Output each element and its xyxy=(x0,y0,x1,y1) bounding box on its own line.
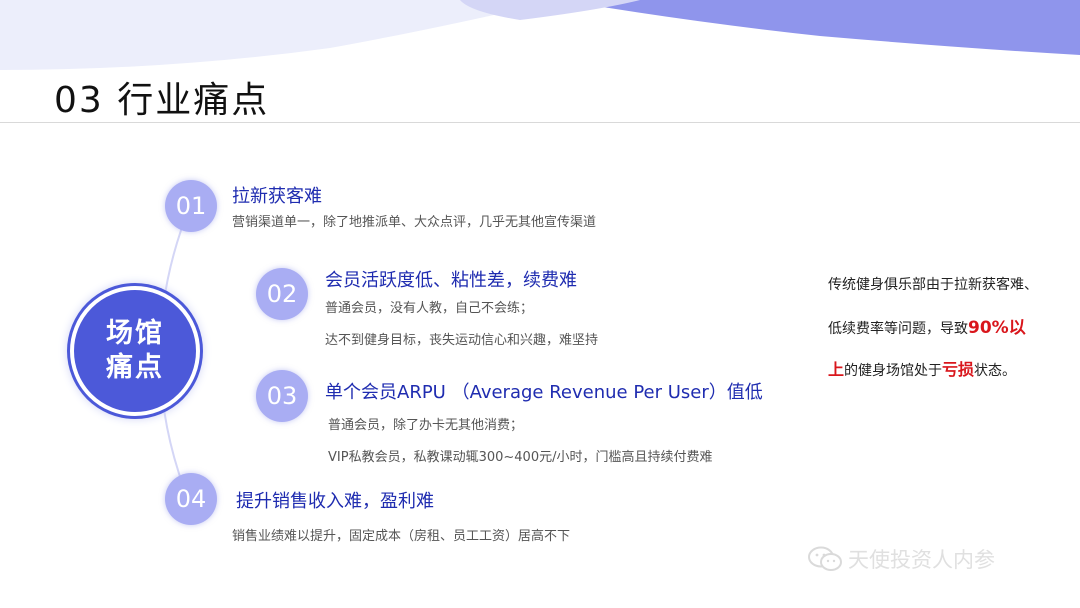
number-badge-03: 03 xyxy=(256,370,308,422)
item-desc-04-line1: 销售业绩难以提升，固定成本（房租、员工工资）居高不下 xyxy=(232,529,571,544)
page-title: 03 行业痛点 xyxy=(54,80,270,121)
item-desc-02-line1: 普通会员，没有人教，自己不会练； xyxy=(325,301,534,316)
number-badge-02: 02 xyxy=(256,268,308,320)
title-divider xyxy=(0,122,1080,123)
highlight-loss: 亏损 xyxy=(942,360,975,379)
number-badge-04: 04 xyxy=(165,473,217,525)
watermark-text: 天使投资人内参 xyxy=(848,548,995,572)
hub-label-line2: 痛点 xyxy=(106,352,164,383)
item-desc-01-line1: 营销渠道单一，除了地推派单、大众点评，几乎无其他宣传渠道 xyxy=(232,215,597,230)
side-note-line2: 低续费率等问题，导致90%以 xyxy=(828,313,1026,338)
item-heading-02: 会员活跃度低、粘性差，续费难 xyxy=(325,270,577,291)
side-note-line3: 上的健身场馆处于亏损状态。 xyxy=(828,356,1016,380)
side-note-line3-end: 状态。 xyxy=(974,363,1017,379)
hub-label-line1: 场馆 xyxy=(106,318,164,349)
item-heading-01: 拉新获客难 xyxy=(232,186,322,207)
item-heading-03: 单个会员ARPU （Average Revenue Per User）值低 xyxy=(325,382,763,403)
header-wave-decoration xyxy=(0,0,1080,70)
item-desc-03-line2: VIP私教会员，私教课动辄300~400元/小时，门槛高且持续付费难 xyxy=(328,450,713,465)
number-badge-01: 01 xyxy=(165,180,217,232)
item-desc-02-line2: 达不到健身目标，丧失运动信心和兴趣，难坚持 xyxy=(325,333,599,348)
watermark: 天使投资人内参 xyxy=(808,544,995,574)
hub-circle: 场馆 痛点 xyxy=(70,286,200,416)
wechat-icon xyxy=(808,546,842,571)
highlight-percentage: 90%以 xyxy=(968,318,1026,338)
side-note-line2-text: 低续费率等问题，导致 xyxy=(828,321,968,337)
highlight-above: 上 xyxy=(828,360,845,379)
item-heading-04: 提升销售收入难，盈利难 xyxy=(236,491,434,512)
side-note-line3-text: 的健身场馆处于 xyxy=(844,363,943,379)
side-note-line1: 传统健身俱乐部由于拉新获客难、 xyxy=(828,277,1038,293)
item-desc-03-line1: 普通会员，除了办卡无其他消费； xyxy=(328,418,524,433)
